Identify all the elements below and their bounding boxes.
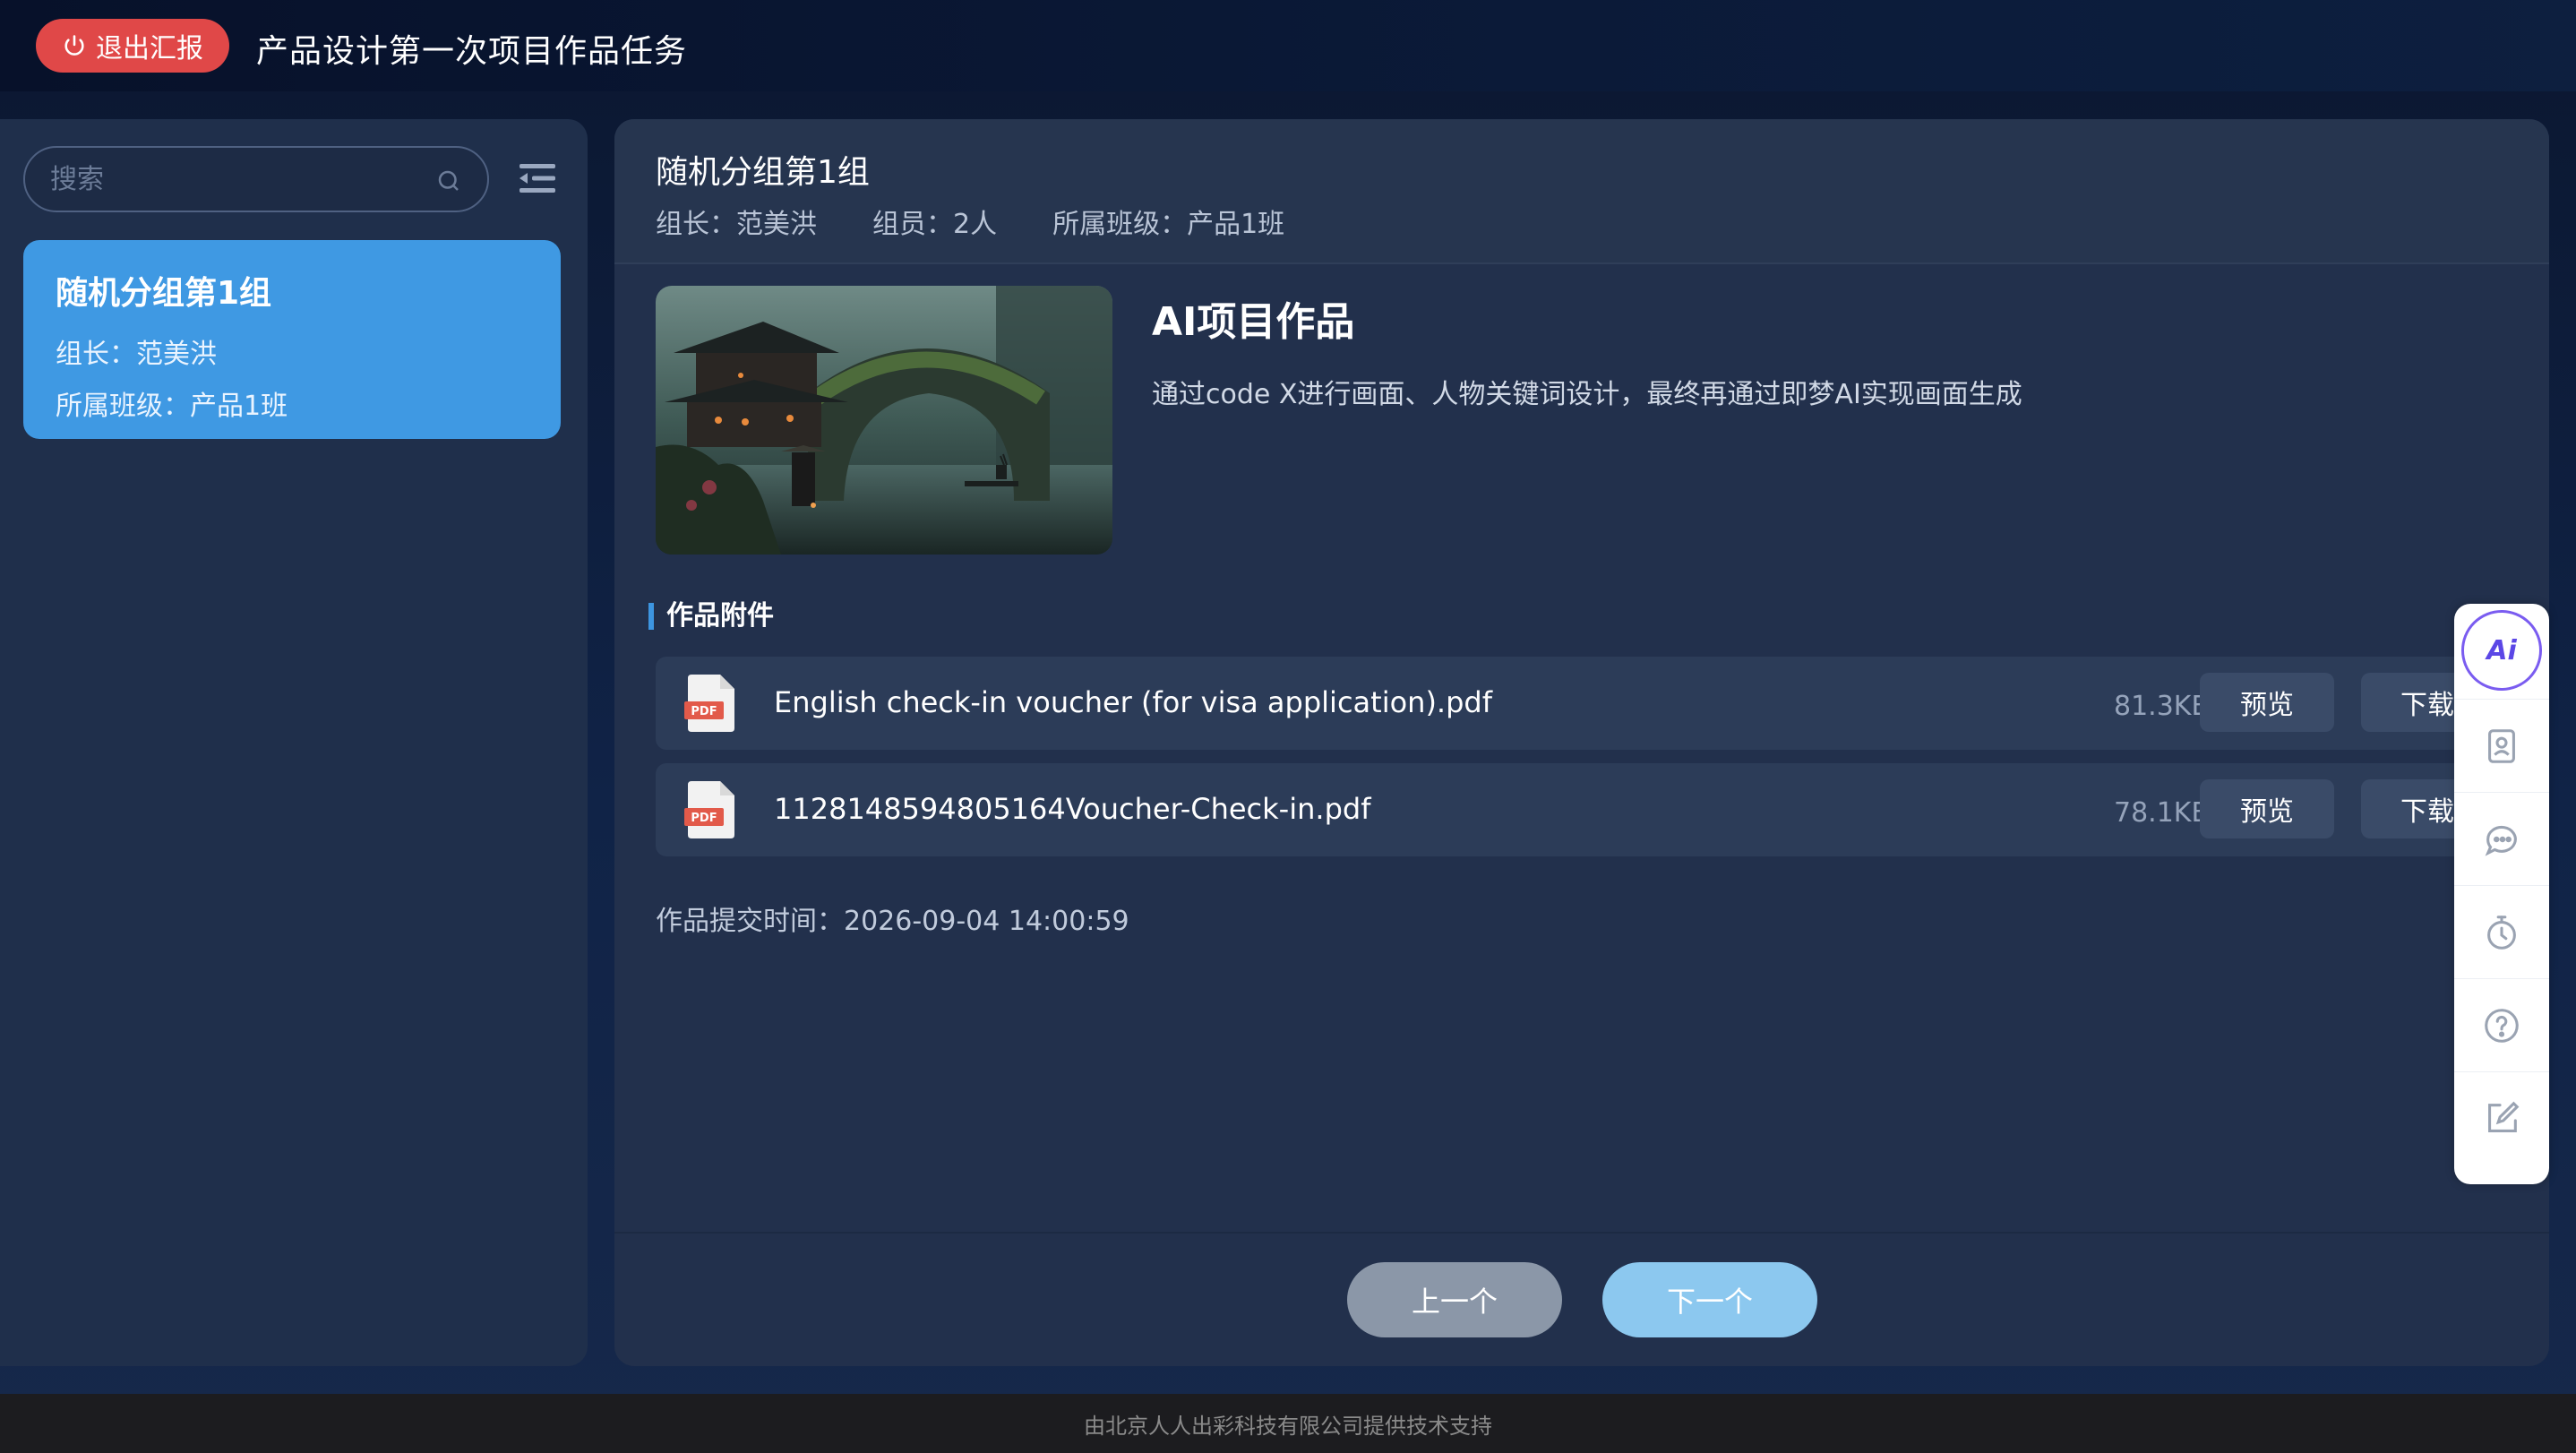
group-card-leader: 组长：范美洪 [56, 339, 217, 370]
work-thumbnail[interactable] [656, 286, 1112, 555]
search-icon[interactable] [435, 168, 462, 194]
submit-time: 作品提交时间：2026-09-04 14:00:59 [656, 906, 1129, 937]
attachment-name: 1128148594805164Voucher-Check-in.pdf [774, 792, 1371, 826]
contact-card-button[interactable] [2454, 699, 2549, 792]
attachment-row: PDF 1128148594805164Voucher-Check-in.pdf… [656, 763, 2546, 856]
group-class: 所属班级：产品1班 [1052, 209, 1285, 240]
previous-button[interactable]: 上一个 [1347, 1262, 1562, 1337]
group-info-header: 随机分组第1组 组长：范美洪 组员：2人 所属班级：产品1班 [614, 119, 2549, 262]
search-input[interactable] [50, 148, 426, 211]
collapse-menu-icon[interactable] [519, 162, 555, 194]
preview-button[interactable]: 预览 [2200, 779, 2334, 838]
help-button[interactable] [2454, 978, 2549, 1071]
attachments-section-title: 作品附件 [648, 603, 774, 630]
contact-card-icon [2488, 728, 2515, 763]
timer-button[interactable] [2454, 885, 2549, 978]
floating-toolbar: Ai [2454, 604, 2549, 1184]
group-card-selected[interactable]: 随机分组第1组 组长：范美洪 所属班级：产品1班 [23, 240, 561, 439]
help-icon [2485, 1008, 2519, 1043]
header-divider [614, 262, 2549, 264]
power-icon [64, 35, 84, 56]
pdf-file-icon: PDF [684, 781, 734, 838]
group-card-name: 随机分组第1组 [56, 275, 272, 312]
next-button[interactable]: 下一个 [1602, 1262, 1817, 1337]
search-box [23, 146, 489, 212]
pdf-icon-label: PDF [691, 812, 717, 825]
exit-report-label: 退出汇报 [96, 33, 203, 64]
work-description: 通过code X进行画面、人物关键词设计，最终再通过即梦AI实现画面生成 [1152, 379, 2022, 410]
edit-button[interactable] [2454, 1071, 2549, 1165]
ai-assistant-button[interactable]: Ai [2454, 604, 2549, 697]
edit-icon [2488, 1101, 2520, 1132]
footer-text: 由北京人人出彩科技有限公司提供技术支持 [1084, 1413, 1492, 1439]
exit-report-button[interactable]: 退出汇报 [36, 19, 229, 73]
group-detail-panel: 随机分组第1组 组长：范美洪 组员：2人 所属班级：产品1班 AI项目作品 通过… [614, 119, 2549, 1366]
group-meta: 组长：范美洪 组员：2人 所属班级：产品1班 [656, 202, 1284, 241]
top-header: 退出汇报 产品设计第一次项目作品任务 [0, 0, 2576, 91]
chat-button[interactable] [2454, 792, 2549, 885]
group-leader: 组长：范美洪 [656, 209, 817, 240]
group-members: 组员：2人 [872, 209, 998, 240]
pdf-file-icon: PDF [684, 675, 734, 732]
pdf-icon-label: PDF [691, 705, 717, 718]
attachment-size: 81.3KB [2114, 691, 2211, 722]
attachment-row: PDF English check-in voucher (for visa a… [656, 657, 2546, 750]
group-title: 随机分组第1组 [656, 154, 870, 191]
page-title: 产品设计第一次项目作品任务 [256, 33, 688, 70]
preview-button[interactable]: 预览 [2200, 673, 2334, 732]
ai-icon-label: Ai [2486, 634, 2517, 666]
group-list-panel: 随机分组第1组 组长：范美洪 所属班级：产品1班 [0, 119, 588, 1366]
timer-icon [2487, 915, 2516, 950]
attachment-size: 78.1KB [2114, 797, 2211, 829]
group-card-class: 所属班级：产品1班 [56, 391, 288, 422]
ai-icon: Ai [2461, 610, 2542, 691]
footer: 由北京人人出彩科技有限公司提供技术支持 [0, 1394, 2576, 1453]
chat-icon [2485, 825, 2517, 856]
footer-divider [614, 1232, 2549, 1234]
attachment-name: English check-in voucher (for visa appli… [774, 685, 1492, 719]
work-title: AI项目作品 [1152, 299, 1355, 345]
